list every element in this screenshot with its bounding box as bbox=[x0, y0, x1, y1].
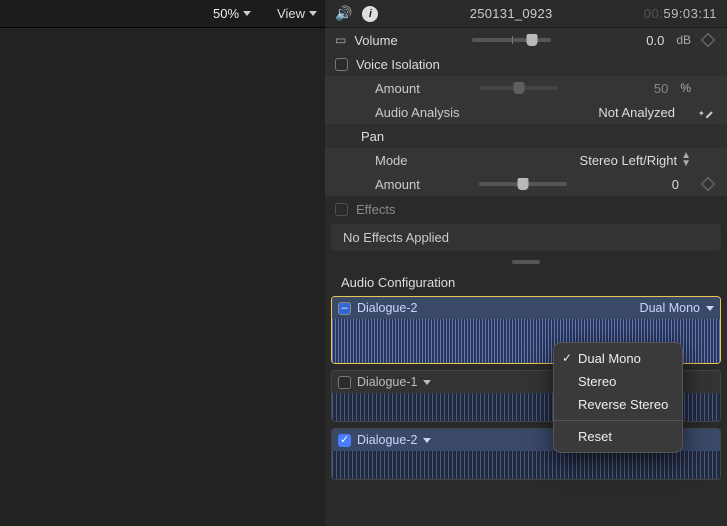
menu-item-reverse-stereo[interactable]: Reverse Stereo bbox=[554, 393, 682, 416]
volume-slider[interactable] bbox=[472, 38, 551, 42]
voice-isolation-label: Voice Isolation bbox=[356, 57, 466, 72]
speaker-icon[interactable]: 🔊 bbox=[335, 5, 352, 22]
no-effects-banner: No Effects Applied bbox=[331, 224, 721, 251]
chevron-down-icon bbox=[309, 11, 317, 16]
collapse-icon[interactable] bbox=[338, 302, 351, 315]
pan-amount-label: Amount bbox=[361, 177, 471, 192]
pan-amount-slider[interactable] bbox=[479, 182, 567, 186]
effects-label: Effects bbox=[356, 202, 396, 217]
viewer-canvas[interactable] bbox=[0, 28, 325, 526]
pan-amount-row: Amount 0 bbox=[325, 172, 727, 196]
pan-mode-label: Mode bbox=[361, 153, 471, 168]
menu-item-reset[interactable]: Reset bbox=[554, 425, 682, 448]
timecode: 00:59:03:11 bbox=[644, 6, 717, 21]
clip-enable-checkbox[interactable] bbox=[338, 376, 351, 389]
view-menu-label: View bbox=[277, 6, 305, 21]
view-menu[interactable]: View bbox=[277, 6, 317, 21]
vi-amount-value[interactable]: 50 bbox=[654, 81, 668, 96]
keyframe-icon[interactable] bbox=[701, 176, 715, 190]
chevron-down-icon bbox=[243, 11, 251, 16]
pan-amount-value[interactable]: 0 bbox=[672, 177, 679, 192]
voice-isolation-amount-row: Amount 50 % bbox=[325, 76, 727, 100]
clip-name: Dialogue-1 bbox=[357, 375, 417, 389]
info-icon[interactable]: i bbox=[362, 6, 378, 22]
pan-mode-select[interactable]: Stereo Left/Right ▲▼ bbox=[580, 152, 691, 168]
clip-title: 250131_0923 bbox=[388, 6, 633, 21]
chevron-down-icon[interactable] bbox=[423, 438, 431, 443]
viewer-toolbar: 50% View bbox=[0, 0, 325, 28]
volume-row: ▭ Volume 0.0 dB bbox=[325, 28, 727, 52]
vi-amount-unit: % bbox=[680, 81, 691, 95]
clip-name: Dialogue-2 bbox=[357, 301, 417, 315]
waveform[interactable] bbox=[332, 451, 720, 479]
drag-handle[interactable] bbox=[325, 257, 727, 267]
clip-name: Dialogue-2 bbox=[357, 433, 417, 447]
audio-analysis-label: Audio Analysis bbox=[361, 105, 471, 120]
inspector-header: 🔊 i 250131_0923 00:59:03:11 bbox=[325, 0, 727, 28]
channel-mode-menu[interactable]: Dual Mono Stereo Reverse Stereo Reset bbox=[553, 342, 683, 453]
vi-amount-label: Amount bbox=[361, 81, 471, 96]
menu-item-dual-mono[interactable]: Dual Mono bbox=[554, 347, 682, 370]
vi-amount-slider[interactable] bbox=[479, 86, 558, 90]
audio-analysis-value: Not Analyzed bbox=[598, 105, 675, 120]
pan-mode-row: Mode Stereo Left/Right ▲▼ bbox=[325, 148, 727, 172]
clip-enable-checkbox[interactable] bbox=[338, 434, 351, 447]
zoom-menu[interactable]: 50% bbox=[213, 6, 251, 21]
volume-value[interactable]: 0.0 bbox=[646, 33, 664, 48]
voice-isolation-row: Voice Isolation bbox=[325, 52, 727, 76]
volume-unit: dB bbox=[676, 33, 691, 47]
menu-separator bbox=[554, 420, 682, 421]
pan-row: Pan bbox=[325, 124, 727, 148]
volume-label: Volume bbox=[354, 33, 464, 48]
updown-icon: ▲▼ bbox=[681, 152, 691, 168]
audio-config-label: Audio Configuration bbox=[325, 267, 727, 296]
chevron-down-icon[interactable] bbox=[423, 380, 431, 385]
menu-item-stereo[interactable]: Stereo bbox=[554, 370, 682, 393]
clip-mode-select[interactable]: Dual Mono bbox=[640, 301, 700, 315]
keyframe-icon[interactable] bbox=[701, 32, 715, 46]
audio-analysis-row: Audio Analysis Not Analyzed bbox=[325, 100, 727, 124]
pan-label: Pan bbox=[361, 129, 471, 144]
effects-checkbox[interactable] bbox=[335, 203, 348, 216]
chevron-down-icon[interactable] bbox=[706, 306, 714, 311]
voice-isolation-checkbox[interactable] bbox=[335, 58, 348, 71]
clip-icon: ▭ bbox=[335, 33, 346, 47]
inspector-pane: 🔊 i 250131_0923 00:59:03:11 ▭ Volume 0.0… bbox=[325, 0, 727, 526]
viewer-pane: 50% View bbox=[0, 0, 325, 526]
effects-section: Effects bbox=[325, 196, 727, 222]
zoom-value: 50% bbox=[213, 6, 239, 21]
